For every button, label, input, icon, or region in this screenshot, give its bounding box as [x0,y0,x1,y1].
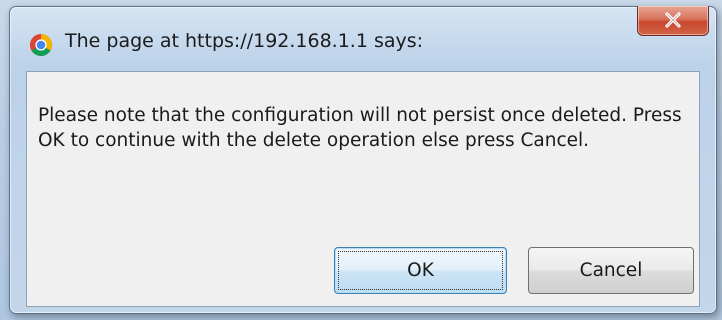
cancel-button[interactable]: Cancel [528,247,694,294]
cancel-button-label: Cancel [579,260,643,281]
chrome-icon [30,34,52,56]
close-x-icon [665,12,681,28]
dialog-message: Please note that the configuration will … [38,105,682,151]
dialog-title-bar[interactable]: The page at https://192.168.1.1 says: [10,6,716,57]
javascript-alert-dialog: The page at https://192.168.1.1 says: Pl… [9,6,717,314]
ok-button[interactable]: OK [334,247,507,294]
dialog-title: The page at https://192.168.1.1 says: [65,30,424,52]
ok-button-label: OK [407,260,434,281]
close-button[interactable] [637,6,709,36]
